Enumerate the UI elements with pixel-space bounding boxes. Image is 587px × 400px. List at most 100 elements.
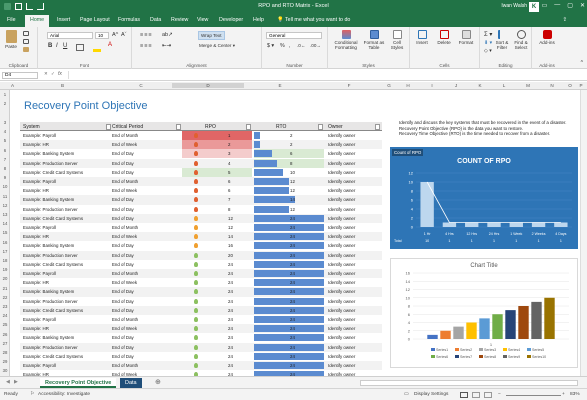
cell-critical-period[interactable]: End of Month — [112, 271, 138, 276]
increase-decimal-icon[interactable]: .0← — [297, 43, 305, 48]
cell-rto[interactable]: 24 — [254, 223, 324, 232]
chart-bar[interactable] — [554, 222, 568, 228]
row-header[interactable]: 4 — [0, 129, 10, 134]
cell-rpo[interactable]: 24 — [182, 306, 252, 315]
insert-button[interactable]: Insert — [412, 30, 432, 45]
column-header[interactable]: I — [420, 83, 444, 88]
underline-icon[interactable]: U — [63, 43, 67, 49]
cell-owner[interactable]: Identify owner — [328, 345, 355, 350]
cell-owner[interactable]: Identify owner — [328, 188, 355, 193]
cell-system[interactable]: Example: Production Server — [23, 161, 78, 166]
cell-system[interactable]: Example: Production Server — [23, 207, 78, 212]
table-row[interactable]: Example: Payroll End of Month 1 2 Identify o… — [20, 131, 382, 140]
table-row[interactable]: Example: Credit Card Systems End of Day 5 1… — [20, 167, 382, 177]
close-icon[interactable]: ✕ — [580, 2, 585, 9]
cell-rpo[interactable]: 12 — [182, 214, 252, 223]
zoom-out-icon[interactable]: − — [498, 392, 501, 397]
display-settings[interactable]: Display Settings — [414, 392, 448, 397]
sheet-tab-data[interactable]: Data — [120, 378, 142, 388]
table-row[interactable]: Example: Credit Card Systems End of Day 24… — [20, 260, 382, 269]
cell-owner[interactable]: Identify owner — [328, 335, 355, 340]
cell-owner[interactable]: Identify owner — [328, 289, 355, 294]
tab-home[interactable]: Home — [25, 15, 50, 27]
tab-developer[interactable]: Developer — [219, 17, 243, 23]
cell-owner[interactable]: Identify owner — [328, 142, 355, 147]
cell-system[interactable]: Example: HR — [23, 280, 49, 285]
row-header[interactable]: 13 — [0, 212, 10, 217]
cell-rto[interactable]: 12 — [254, 177, 324, 186]
cell-rpo[interactable]: 4 — [182, 159, 252, 168]
sheet-tab-recovery-point-objective[interactable]: Recovery Point Objective — [40, 378, 117, 388]
column-header[interactable]: D — [172, 83, 244, 88]
cell-rto[interactable]: 6 — [254, 149, 324, 159]
cell-owner[interactable]: Identify owner — [328, 308, 355, 313]
cell-rto[interactable]: 24 — [254, 352, 324, 361]
cell-system[interactable]: Example: Credit Card Systems — [23, 216, 83, 221]
autosum-icon[interactable]: Σ ▾ — [484, 31, 492, 38]
page-layout-view-icon[interactable] — [472, 392, 480, 398]
worksheet[interactable]: Recovery Point Objective System Critical… — [10, 90, 587, 376]
cell-rto[interactable]: 24 — [254, 333, 324, 342]
row-header[interactable]: 29 — [0, 359, 10, 364]
sort-filter-button[interactable]: Sort & Filter — [493, 30, 511, 50]
column-header[interactable]: P — [576, 83, 586, 88]
name-box[interactable]: D4 — [2, 72, 38, 79]
row-header[interactable]: 12 — [0, 203, 10, 208]
cell-rto[interactable]: 12 — [254, 186, 324, 195]
cell-rpo[interactable]: 14 — [182, 232, 252, 241]
maximize-icon[interactable]: ▢ — [567, 2, 573, 9]
chart-bar[interactable] — [427, 334, 438, 339]
chart-bar[interactable] — [531, 222, 546, 228]
fill-icon[interactable]: ⬇ ▾ — [484, 40, 492, 46]
row-header[interactable]: 11 — [0, 194, 10, 199]
cell-critical-period[interactable]: End of Day — [112, 161, 134, 166]
cell-rto[interactable]: 24 — [254, 287, 324, 296]
cell-critical-period[interactable]: End of Day — [112, 170, 134, 175]
cell-system[interactable]: Example: Production Server — [23, 299, 78, 304]
cell-critical-period[interactable]: End of Week — [112, 142, 137, 147]
minimize-icon[interactable]: — — [554, 2, 560, 9]
cell-rto[interactable]: 2 — [254, 131, 324, 140]
cell-rpo[interactable]: 5 — [182, 167, 252, 177]
vertical-scrollbar[interactable] — [580, 90, 587, 376]
cell-system[interactable]: Example: HR — [23, 326, 49, 331]
tab-page-layout[interactable]: Page Layout — [80, 17, 110, 23]
row-header[interactable]: 8 — [0, 166, 10, 171]
cell-styles-button[interactable]: Cell Styles — [387, 30, 407, 50]
column-header[interactable]: M — [516, 83, 540, 88]
cell-rto[interactable]: 24 — [254, 232, 324, 241]
cell-rpo[interactable]: 24 — [182, 278, 252, 287]
table-row[interactable]: Example: Banking System End of Day 16 24 Ide… — [20, 241, 382, 250]
cell-rpo[interactable]: 24 — [182, 260, 252, 269]
table-row[interactable]: Example: Production Server End of Day 24 24… — [20, 342, 382, 352]
cell-critical-period[interactable]: End of Month — [112, 225, 138, 230]
cell-system[interactable]: Example: Payroll — [23, 317, 56, 322]
addins-button[interactable]: Add-ins — [535, 30, 559, 45]
cell-critical-period[interactable]: End of Day — [112, 354, 134, 359]
cell-critical-period[interactable]: End of Day — [112, 262, 134, 267]
cell-system[interactable]: Example: Production Server — [23, 253, 78, 258]
cell-rto[interactable]: 24 — [254, 278, 324, 287]
cell-rpo[interactable]: 7 — [182, 195, 252, 204]
cancel-icon[interactable]: ✕ — [44, 71, 48, 77]
cell-rto[interactable]: 24 — [254, 241, 324, 250]
cell-critical-period[interactable]: End of Day — [112, 151, 134, 156]
cell-system[interactable]: Example: Banking System — [23, 151, 74, 156]
top-align-icon[interactable]: ≡≡≡ — [140, 32, 153, 38]
cell-rpo[interactable]: 24 — [182, 352, 252, 361]
cell-rpo[interactable]: 12 — [182, 223, 252, 232]
cell-system[interactable]: Example: Production Server — [23, 345, 78, 350]
cell-owner[interactable]: Identify owner — [328, 354, 355, 359]
cell-owner[interactable]: Identify owner — [328, 253, 355, 258]
decrease-font-icon[interactable]: Aˇ — [121, 32, 127, 38]
cell-rpo[interactable]: 6 — [182, 177, 252, 186]
tab-help[interactable]: Help — [253, 17, 264, 23]
cell-rpo[interactable]: 8 — [182, 205, 252, 214]
row-header[interactable]: 19 — [0, 267, 10, 272]
cell-critical-period[interactable]: End of Day — [112, 197, 134, 202]
column-header[interactable]: F — [316, 83, 382, 88]
cell-owner[interactable]: Identify owner — [328, 299, 355, 304]
row-header[interactable]: 7 — [0, 157, 10, 162]
cell-owner[interactable]: Identify owner — [328, 207, 355, 212]
row-header[interactable]: 1 — [0, 92, 10, 97]
